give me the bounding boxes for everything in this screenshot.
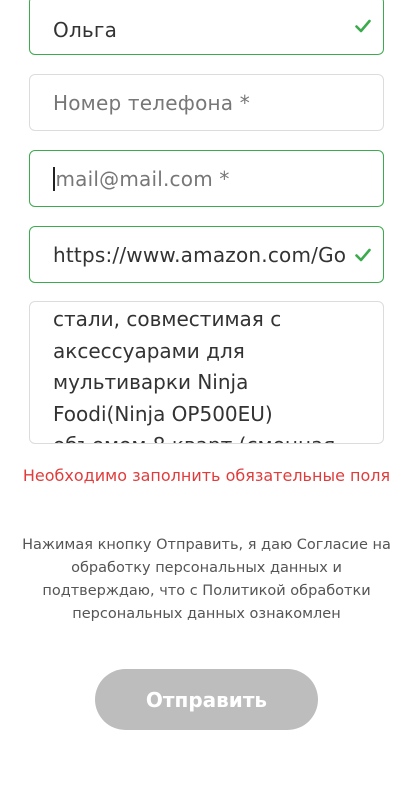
consent-text: Нажимая кнопку Отправить, я даю Согласие… [22,537,391,622]
url-field[interactable]: https://www.amazon.com/Go [29,226,384,283]
name-field[interactable]: Ольга [29,0,384,55]
phone-field[interactable]: Номер телефона * [29,74,384,131]
name-value: Ольга [53,18,118,43]
checkmark-icon [355,19,371,32]
text-cursor [53,166,55,191]
phone-placeholder: Номер телефона * [53,90,250,115]
description-textarea[interactable]: стали, совместимая с аксессуарами для му… [29,301,384,444]
checkmark-icon [355,248,371,261]
email-placeholder: mail@mail.com * [55,166,230,191]
submit-button[interactable]: Отправить [95,669,318,730]
email-field[interactable]: mail@mail.com * [29,150,384,207]
error-message: Необходимо заполнить обязательные поля [22,466,391,485]
url-value: https://www.amazon.com/Go [53,242,345,267]
bottom-sheet: Ольга Номер телефона * mail@mail.com * h… [0,0,413,800]
email-placeholder-wrap: mail@mail.com * [53,166,345,191]
description-value: стали, совместимая с аксессуарами для му… [53,307,335,443]
